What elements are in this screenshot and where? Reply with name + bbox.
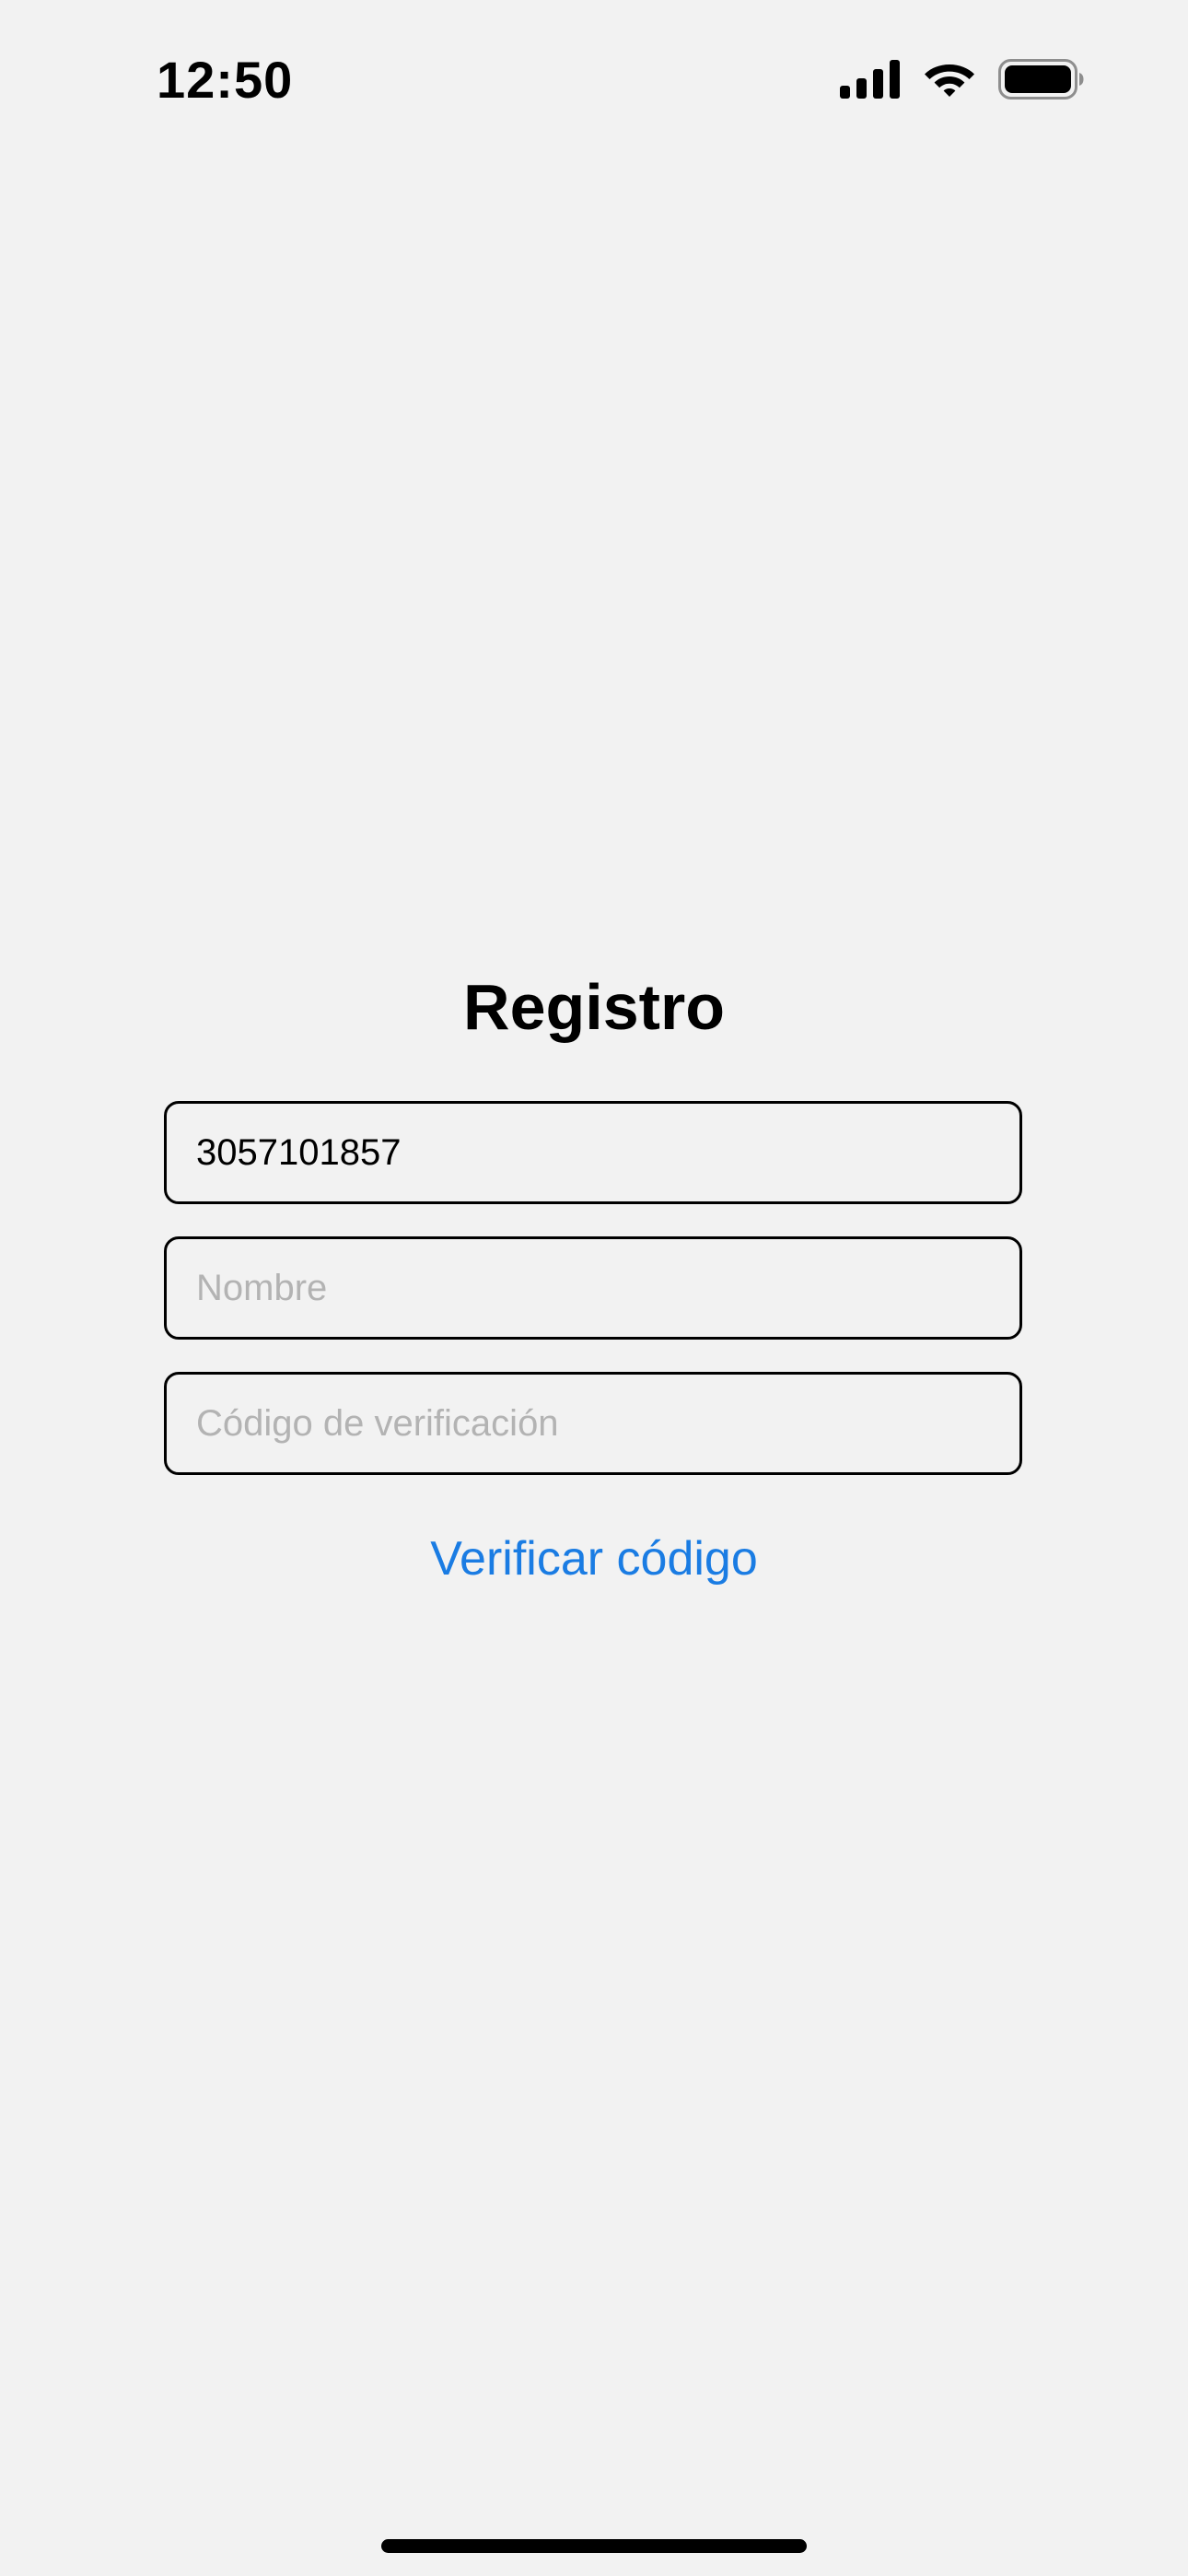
home-indicator[interactable]	[381, 2539, 807, 2553]
phone-field[interactable]	[164, 1101, 1022, 1204]
battery-icon	[998, 59, 1084, 100]
status-time: 12:50	[157, 51, 294, 109]
status-icons	[840, 57, 1085, 101]
verify-code-button[interactable]: Verificar código	[0, 1522, 1188, 1596]
wifi-icon	[925, 64, 974, 97]
cellular-signal-icon	[840, 60, 900, 99]
status-bar: 12:50	[0, 0, 1188, 147]
verification-code-field[interactable]	[164, 1372, 1022, 1475]
name-field[interactable]	[164, 1236, 1022, 1340]
page-title: Registro	[463, 971, 725, 1043]
